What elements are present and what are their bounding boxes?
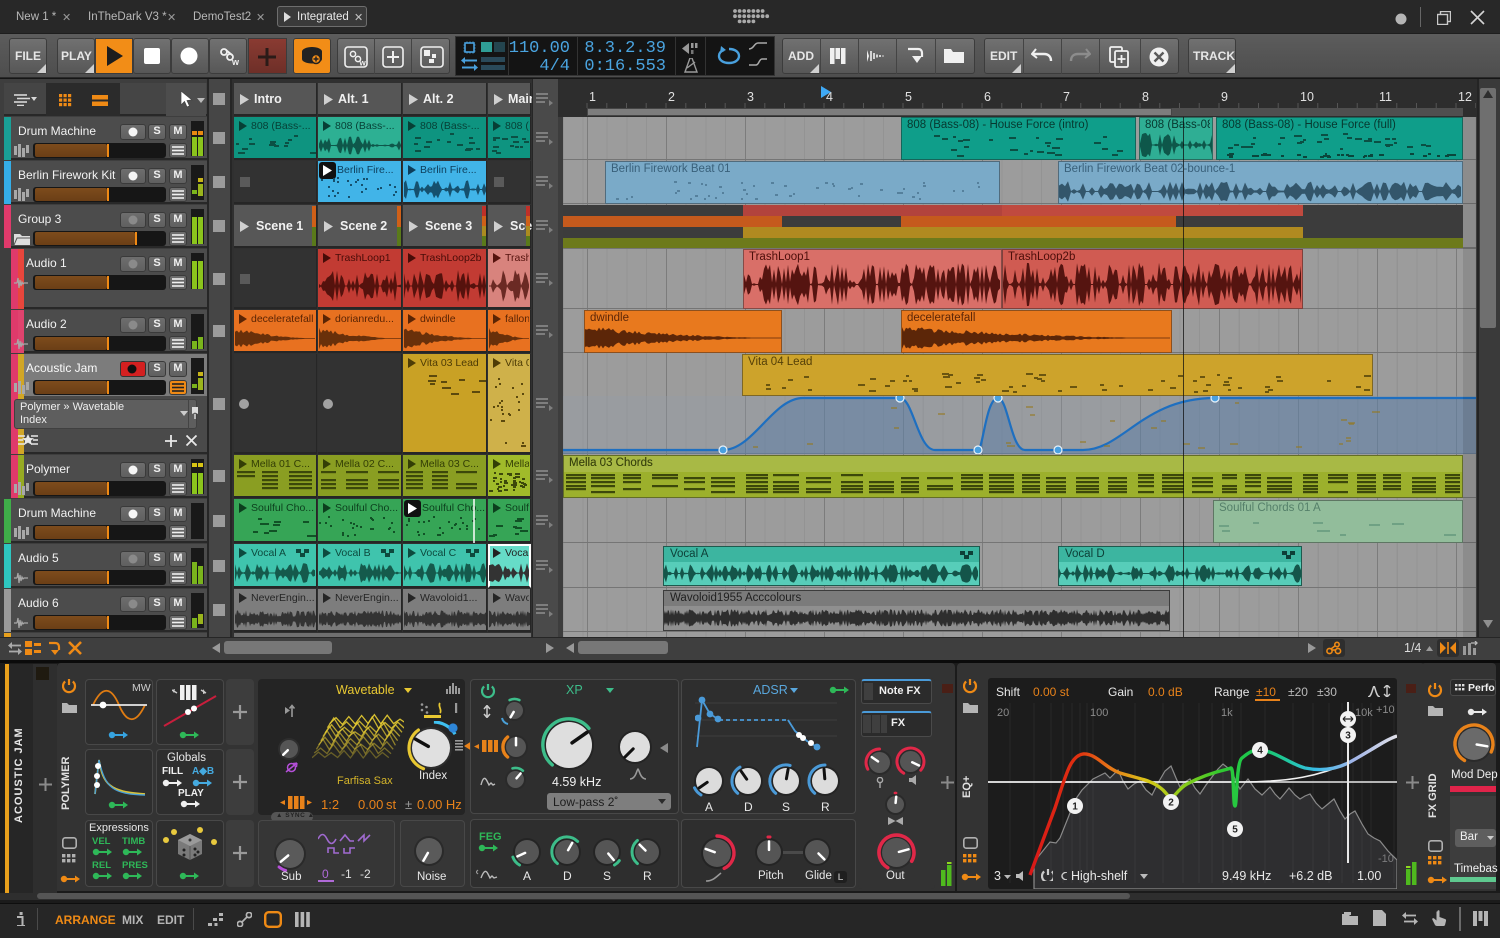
- svg-text:2: 2: [1168, 798, 1174, 809]
- svg-text:w: w: [359, 59, 367, 68]
- svg-text:5: 5: [1232, 825, 1238, 836]
- svg-text:w: w: [231, 57, 239, 66]
- svg-text:4: 4: [1257, 746, 1263, 757]
- svg-text:1: 1: [1072, 802, 1078, 813]
- svg-text:3: 3: [1345, 731, 1351, 742]
